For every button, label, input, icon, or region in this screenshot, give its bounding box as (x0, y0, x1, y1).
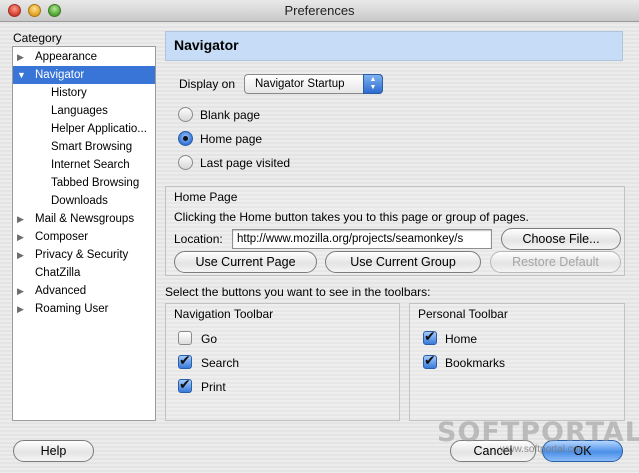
tree-item-roaming-user[interactable]: ▶ Roaming User (13, 300, 155, 318)
tree-item-label: Navigator (35, 69, 85, 81)
help-button[interactable]: Help (13, 440, 94, 462)
tree-item-label: Downloads (51, 195, 108, 207)
tree-item-label: Advanced (35, 285, 87, 297)
home-label[interactable]: Home (445, 332, 477, 346)
print-label[interactable]: Print (201, 380, 226, 394)
restore-default-button[interactable]: Restore Default (490, 251, 621, 273)
tree-item-label: Privacy & Security (35, 249, 129, 261)
tree-item-tabbed-browsing[interactable]: Tabbed Browsing (13, 174, 155, 192)
tree-item-internet-search[interactable]: Internet Search (13, 156, 155, 174)
category-tree[interactable]: ▶ Appearance ▼ Navigator History Languag… (12, 46, 156, 421)
tree-item-downloads[interactable]: Downloads (13, 192, 155, 210)
watermark-url: www.softportal.com (500, 444, 587, 455)
choose-file-button[interactable]: Choose File... (501, 228, 621, 250)
tree-item-label: Roaming User (35, 303, 109, 315)
location-label: Location: (174, 232, 223, 246)
bookmarks-checkbox[interactable] (423, 353, 437, 369)
tree-item-mail-newsgroups[interactable]: ▶ Mail & Newsgroups (13, 210, 155, 228)
tree-item-label: Internet Search (51, 159, 130, 171)
blank-page-radio[interactable] (178, 107, 193, 122)
expand-arrow-icon[interactable]: ▶ (17, 282, 24, 300)
collapse-arrow-icon[interactable]: ▼ (17, 66, 26, 84)
tree-item-languages[interactable]: Languages (13, 102, 155, 120)
panel-title: Navigator (174, 37, 239, 53)
last-page-visited-radio[interactable] (178, 155, 193, 170)
tree-item-helper-applications[interactable]: Helper Applicatio... (13, 120, 155, 138)
tree-item-label: Mail & Newsgroups (35, 213, 135, 225)
tree-item-label: History (51, 87, 87, 99)
search-checkbox[interactable] (178, 353, 192, 369)
panel-header: Navigator (165, 31, 623, 61)
display-on-value: Navigator Startup (255, 78, 345, 90)
tree-item-label: Tabbed Browsing (51, 177, 140, 189)
bookmarks-label[interactable]: Bookmarks (445, 356, 505, 370)
category-label: Category (13, 31, 62, 45)
tree-item-advanced[interactable]: ▶ Advanced (13, 282, 155, 300)
location-input[interactable]: http://www.mozilla.org/projects/seamonke… (232, 229, 492, 249)
expand-arrow-icon[interactable]: ▶ (17, 210, 24, 228)
tree-item-smart-browsing[interactable]: Smart Browsing (13, 138, 155, 156)
tree-item-label: ChatZilla (35, 267, 81, 279)
personal-toolbar-label: Personal Toolbar (418, 307, 508, 321)
last-page-visited-label[interactable]: Last page visited (200, 156, 290, 170)
expand-arrow-icon[interactable]: ▶ (17, 300, 24, 318)
expand-arrow-icon[interactable]: ▶ (17, 228, 24, 246)
blank-page-label[interactable]: Blank page (200, 108, 260, 122)
tree-item-appearance[interactable]: ▶ Appearance (13, 48, 155, 66)
go-checkbox[interactable] (178, 331, 192, 345)
tree-item-navigator[interactable]: ▼ Navigator (13, 66, 155, 84)
tree-item-privacy-security[interactable]: ▶ Privacy & Security (13, 246, 155, 264)
display-on-select[interactable]: Navigator Startup ▲ ▼ (244, 74, 383, 94)
title-bar[interactable]: Preferences (0, 0, 639, 22)
home-page-label[interactable]: Home page (200, 132, 262, 146)
expand-arrow-icon[interactable]: ▶ (17, 48, 24, 66)
tree-item-history[interactable]: History (13, 84, 155, 102)
preferences-window: Preferences Category ▶ Appearance ▼ Navi… (0, 0, 639, 473)
tree-item-label: Languages (51, 105, 108, 117)
go-label[interactable]: Go (201, 332, 217, 346)
tree-item-label: Helper Applicatio... (51, 123, 147, 135)
search-label[interactable]: Search (201, 356, 239, 370)
use-current-page-button[interactable]: Use Current Page (174, 251, 317, 273)
home-page-description: Clicking the Home button takes you to th… (174, 210, 529, 224)
home-page-radio[interactable] (178, 131, 193, 146)
print-checkbox[interactable] (178, 377, 192, 393)
tree-item-label: Composer (35, 231, 89, 243)
use-current-group-button[interactable]: Use Current Group (325, 251, 481, 273)
home-page-group-label: Home Page (174, 190, 238, 204)
display-on-label: Display on (179, 77, 236, 91)
tree-item-label: Smart Browsing (51, 141, 133, 153)
navigation-toolbar-label: Navigation Toolbar (174, 307, 274, 321)
home-checkbox[interactable] (423, 329, 437, 345)
tree-item-composer[interactable]: ▶ Composer (13, 228, 155, 246)
popup-arrows-icon: ▲ ▼ (363, 74, 383, 94)
window-title: Preferences (284, 3, 355, 18)
tree-item-label: Appearance (35, 51, 98, 63)
tree-item-chatzilla[interactable]: ChatZilla (13, 264, 155, 282)
expand-arrow-icon[interactable]: ▶ (17, 246, 24, 264)
toolbars-prompt: Select the buttons you want to see in th… (165, 285, 431, 299)
